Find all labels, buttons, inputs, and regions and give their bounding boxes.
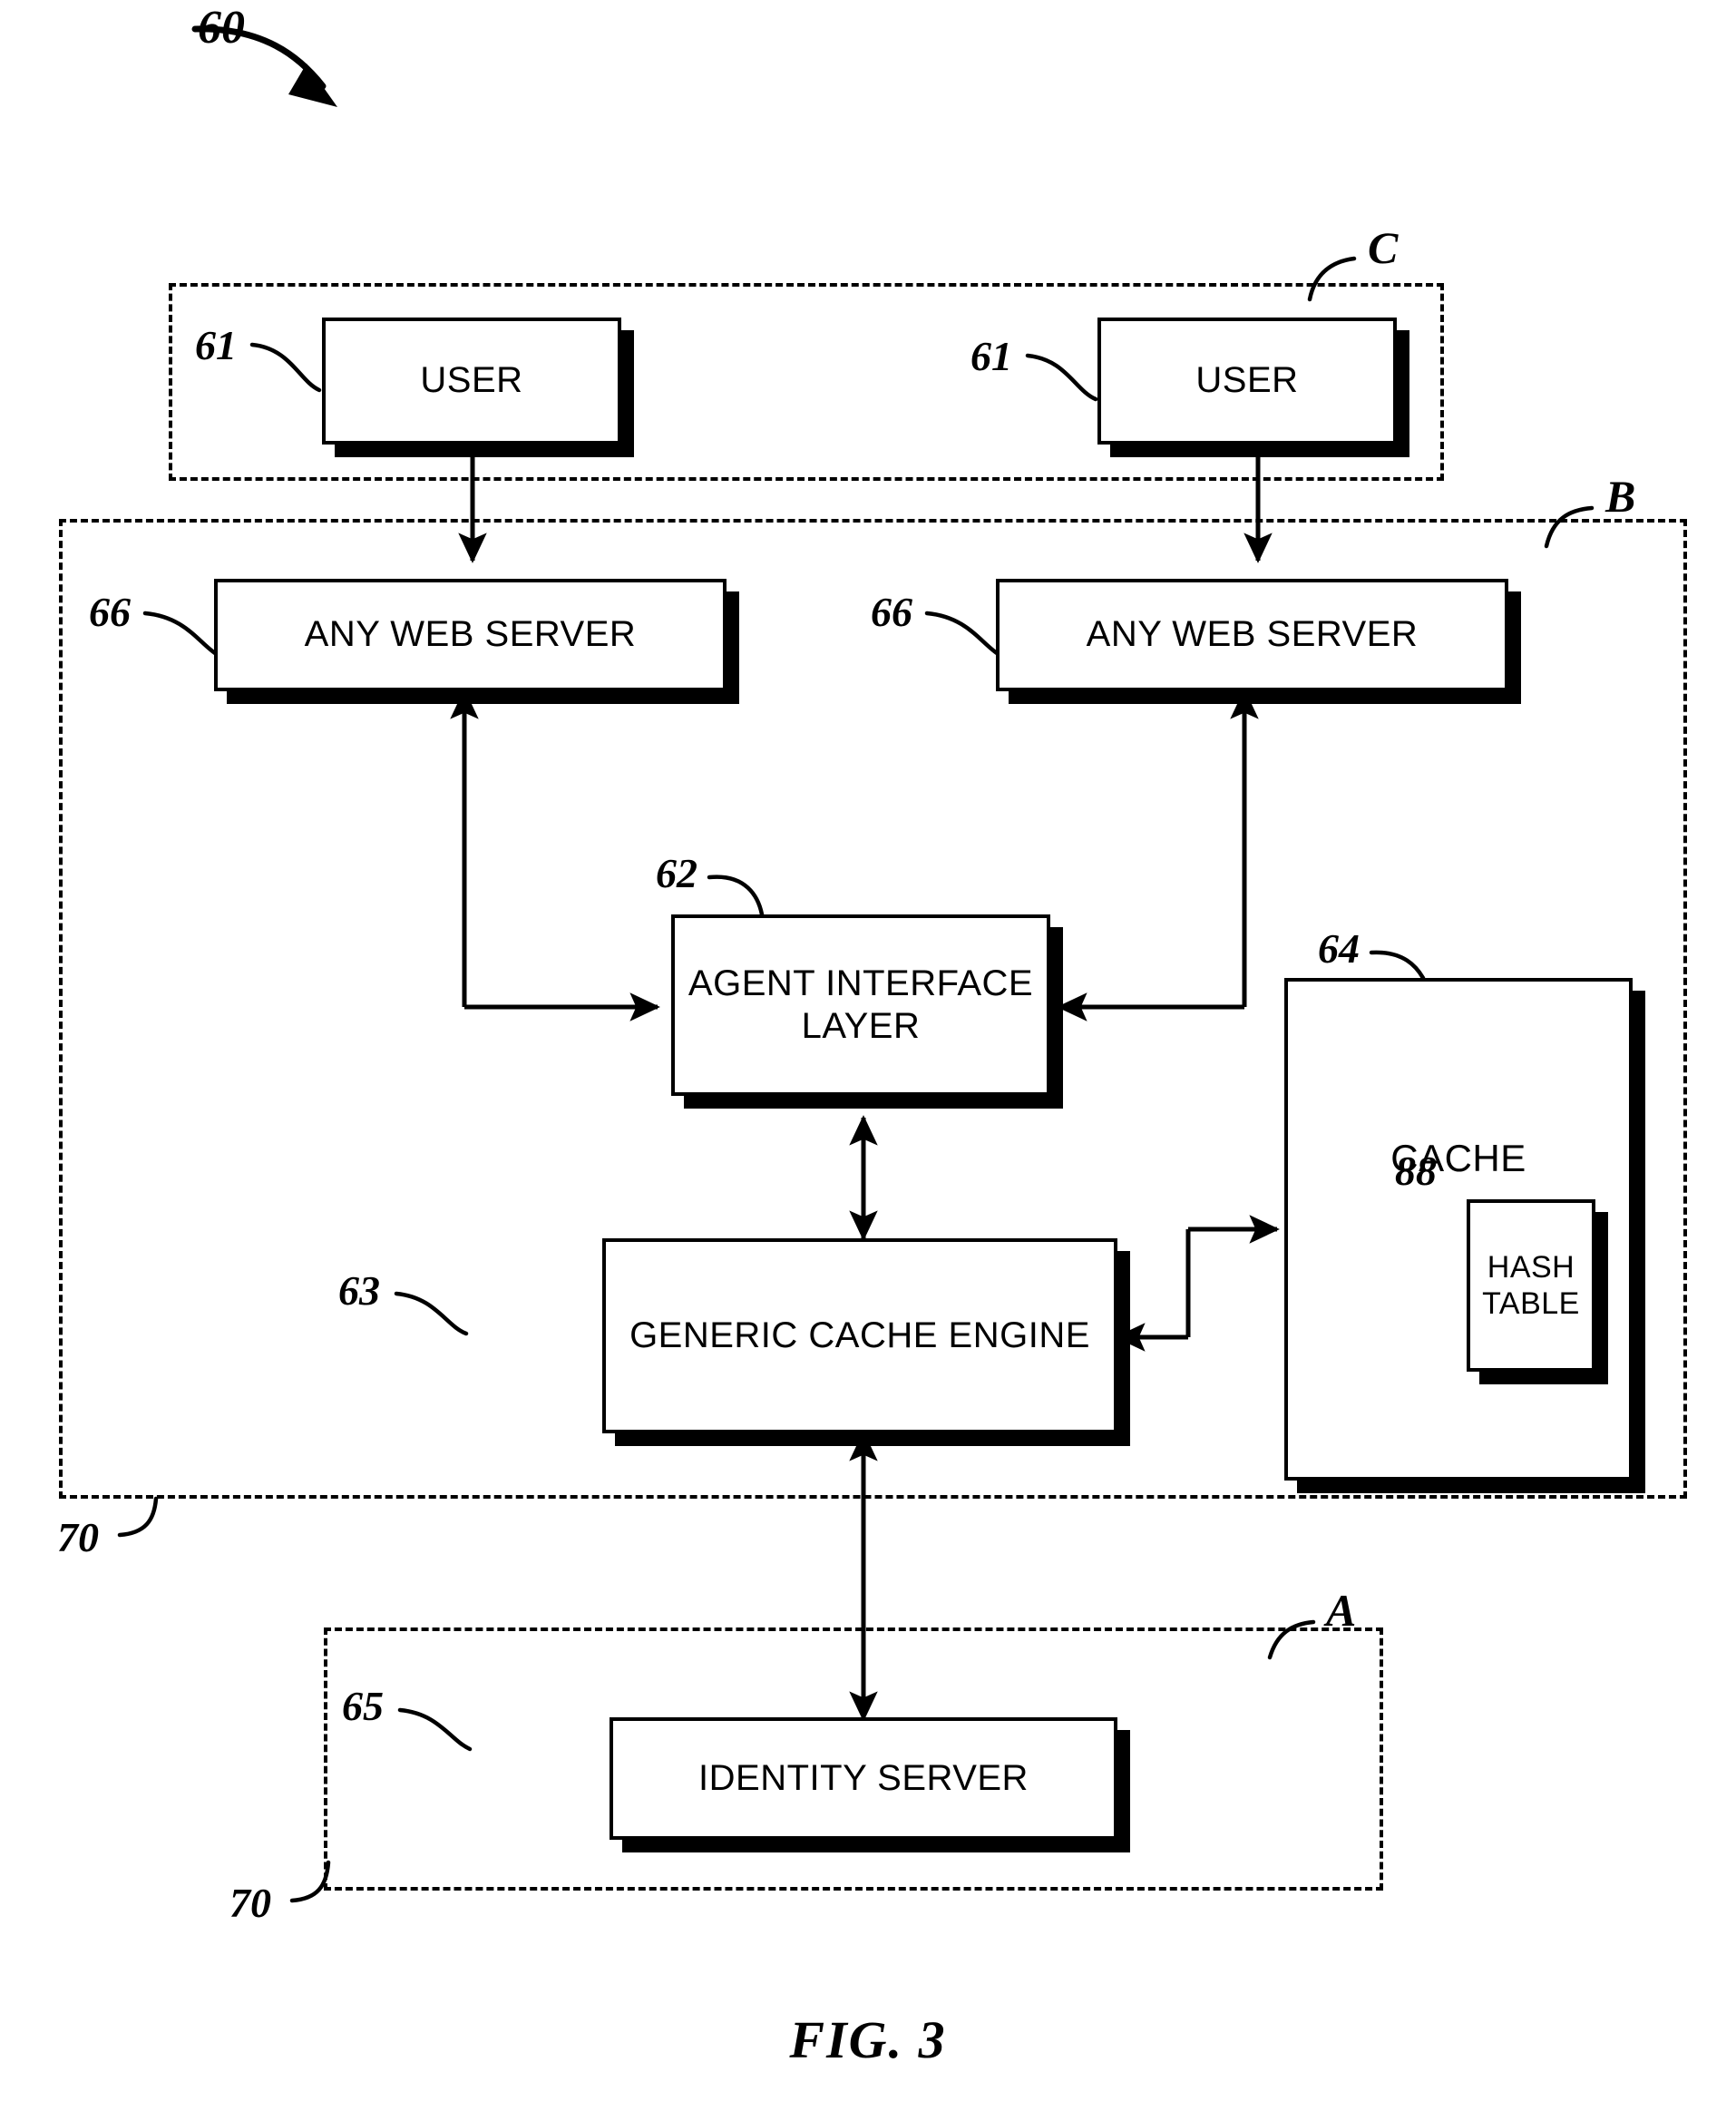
web-server-left-label: ANY WEB SERVER (304, 614, 637, 655)
ref-hash-table-88: 88 (1395, 1148, 1437, 1194)
ref-identity-server-65: 65 (342, 1683, 384, 1729)
hash-table-label-line2: TABLE (1482, 1286, 1580, 1321)
ref-web-server-left-66: 66 (89, 589, 131, 635)
ref-generic-cache-engine-63: 63 (338, 1267, 380, 1314)
hash-table-label: HASH TABLE (1470, 1249, 1592, 1322)
ref-group-c: C (1368, 222, 1399, 273)
agent-interface-layer-label: AGENT INTERFACE LAYER (675, 963, 1047, 1048)
ref-network-b-70: 70 (57, 1514, 99, 1560)
generic-cache-engine-box[interactable]: GENERIC CACHE ENGINE (602, 1238, 1117, 1433)
hash-table-label-line1: HASH (1487, 1249, 1575, 1285)
ref-cache-64: 64 (1318, 925, 1360, 972)
ref-group-a: A (1326, 1585, 1357, 1636)
ref-system-60: 60 (198, 2, 245, 54)
hash-table-box[interactable]: HASH TABLE (1467, 1199, 1595, 1372)
user-right-label: USER (1195, 360, 1299, 401)
ref-web-server-right-66: 66 (871, 589, 912, 635)
user-left-label: USER (420, 360, 523, 401)
agent-interface-layer-label-line2: LAYER (801, 1006, 921, 1046)
user-left-box[interactable]: USER (322, 318, 621, 445)
web-server-right-label: ANY WEB SERVER (1086, 614, 1419, 655)
ref-agent-interface-layer-62: 62 (656, 850, 697, 896)
ref-network-a-70: 70 (229, 1880, 271, 1926)
user-right-box[interactable]: USER (1097, 318, 1397, 445)
ref-user-right-61: 61 (970, 333, 1012, 379)
ref-user-left-61: 61 (195, 322, 237, 368)
identity-server-label: IDENTITY SERVER (698, 1757, 1029, 1798)
ref-group-b: B (1605, 471, 1636, 522)
patent-figure: USER USER ANY WEB SERVER ANY WEB SERVER … (0, 0, 1736, 2121)
web-server-left-box[interactable]: ANY WEB SERVER (214, 579, 727, 691)
agent-interface-layer-label-line1: AGENT INTERFACE (688, 963, 1034, 1003)
identity-server-box[interactable]: IDENTITY SERVER (610, 1717, 1117, 1840)
generic-cache-engine-label: GENERIC CACHE ENGINE (629, 1315, 1090, 1355)
agent-interface-layer-box[interactable]: AGENT INTERFACE LAYER (671, 914, 1050, 1096)
figure-caption: FIG. 3 (789, 2010, 947, 2069)
web-server-right-box[interactable]: ANY WEB SERVER (996, 579, 1508, 691)
cache-label: CACHE (1390, 1137, 1526, 1179)
